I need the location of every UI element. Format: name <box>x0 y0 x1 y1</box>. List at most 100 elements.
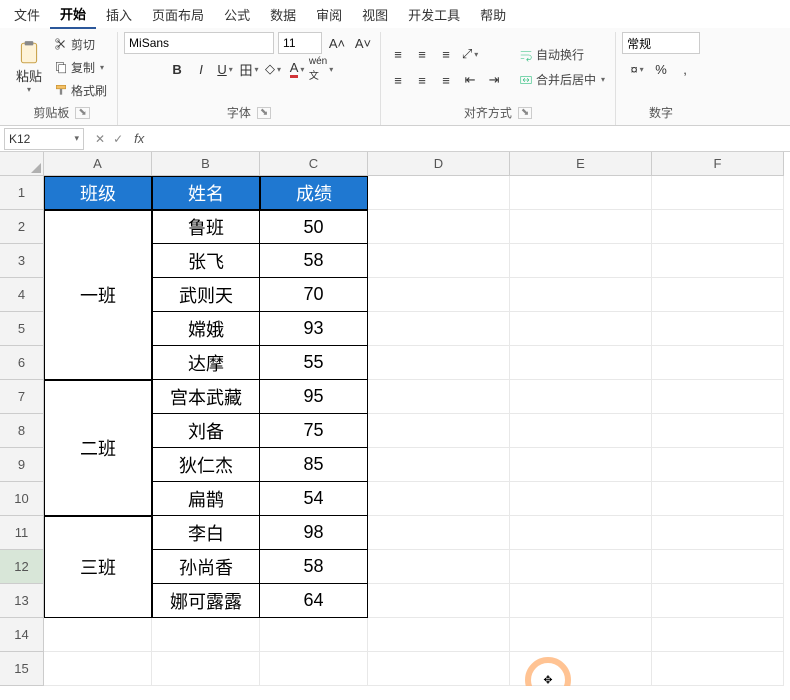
row-header-10[interactable]: 10 <box>0 482 44 516</box>
cell-A7-merged[interactable]: 二班 <box>44 380 152 516</box>
row-header-1[interactable]: 1 <box>0 176 44 210</box>
cell-D13[interactable] <box>368 584 510 618</box>
cell-E2[interactable] <box>510 210 652 244</box>
row-header-4[interactable]: 4 <box>0 278 44 312</box>
cell-E13[interactable] <box>510 584 652 618</box>
cell-F3[interactable] <box>652 244 784 278</box>
align-bottom-button[interactable]: ≡ <box>435 43 457 65</box>
cell-F4[interactable] <box>652 278 784 312</box>
col-header-F[interactable]: F <box>652 152 784 176</box>
menu-item-9[interactable]: 帮助 <box>470 1 516 28</box>
menu-item-8[interactable]: 开发工具 <box>398 1 470 28</box>
col-header-A[interactable]: A <box>44 152 152 176</box>
copy-button[interactable]: 复制 <box>50 57 111 78</box>
row-header-14[interactable]: 14 <box>0 618 44 652</box>
cell-C11[interactable]: 98 <box>260 516 368 550</box>
clipboard-dialog-launcher[interactable]: ⬊ <box>75 107 89 119</box>
row-header-5[interactable]: 5 <box>0 312 44 346</box>
cell-B8[interactable]: 刘备 <box>152 414 260 448</box>
indent-increase-button[interactable]: ⇥ <box>483 69 505 91</box>
cell-F2[interactable] <box>652 210 784 244</box>
cell-C13[interactable]: 64 <box>260 584 368 618</box>
accept-formula-button[interactable]: ✓ <box>110 132 126 146</box>
comma-button[interactable]: , <box>674 58 696 80</box>
cell-B11[interactable]: 李白 <box>152 516 260 550</box>
cell-E5[interactable] <box>510 312 652 346</box>
cut-button[interactable]: 剪切 <box>50 34 111 55</box>
menu-item-2[interactable]: 插入 <box>96 1 142 28</box>
cell-E15[interactable] <box>510 652 652 686</box>
cell-F6[interactable] <box>652 346 784 380</box>
underline-button[interactable]: U <box>214 58 236 80</box>
cell-F11[interactable] <box>652 516 784 550</box>
menu-item-0[interactable]: 文件 <box>4 1 50 28</box>
cell-C3[interactable]: 58 <box>260 244 368 278</box>
currency-button[interactable]: ¤ <box>626 58 648 80</box>
cell-F10[interactable] <box>652 482 784 516</box>
font-name-select[interactable] <box>124 32 274 54</box>
bold-button[interactable]: B <box>166 58 188 80</box>
cell-F1[interactable] <box>652 176 784 210</box>
row-header-7[interactable]: 7 <box>0 380 44 414</box>
cell-B1[interactable]: 姓名 <box>152 176 260 210</box>
menu-item-1[interactable]: 开始 <box>50 0 96 29</box>
cell-D5[interactable] <box>368 312 510 346</box>
cell-C4[interactable]: 70 <box>260 278 368 312</box>
cell-E10[interactable] <box>510 482 652 516</box>
cell-F7[interactable] <box>652 380 784 414</box>
cell-C10[interactable]: 54 <box>260 482 368 516</box>
cell-A11-merged[interactable]: 三班 <box>44 516 152 618</box>
cell-B15[interactable] <box>152 652 260 686</box>
cell-C2[interactable]: 50 <box>260 210 368 244</box>
number-format-select[interactable] <box>622 32 700 54</box>
cell-B5[interactable]: 嫦娥 <box>152 312 260 346</box>
cell-B14[interactable] <box>152 618 260 652</box>
cell-D6[interactable] <box>368 346 510 380</box>
cell-A14[interactable] <box>44 618 152 652</box>
cell-C1[interactable]: 成绩 <box>260 176 368 210</box>
col-header-B[interactable]: B <box>152 152 260 176</box>
cell-D12[interactable] <box>368 550 510 584</box>
cell-F9[interactable] <box>652 448 784 482</box>
row-header-9[interactable]: 9 <box>0 448 44 482</box>
align-left-button[interactable]: ≡ <box>387 69 409 91</box>
col-header-D[interactable]: D <box>368 152 510 176</box>
cell-D14[interactable] <box>368 618 510 652</box>
cancel-formula-button[interactable]: ✕ <box>92 132 108 146</box>
row-header-15[interactable]: 15 <box>0 652 44 686</box>
row-header-12[interactable]: 12 <box>0 550 44 584</box>
menu-item-5[interactable]: 数据 <box>260 1 306 28</box>
menu-item-3[interactable]: 页面布局 <box>142 1 214 28</box>
cell-E3[interactable] <box>510 244 652 278</box>
cell-E1[interactable] <box>510 176 652 210</box>
cell-D11[interactable] <box>368 516 510 550</box>
align-center-button[interactable]: ≡ <box>411 69 433 91</box>
cell-E6[interactable] <box>510 346 652 380</box>
select-all-corner[interactable] <box>0 152 44 176</box>
cell-E11[interactable] <box>510 516 652 550</box>
cell-F14[interactable] <box>652 618 784 652</box>
cell-B4[interactable]: 武则天 <box>152 278 260 312</box>
menu-item-4[interactable]: 公式 <box>214 1 260 28</box>
cell-F5[interactable] <box>652 312 784 346</box>
align-right-button[interactable]: ≡ <box>435 69 457 91</box>
phonetic-button[interactable]: wén文 <box>310 58 332 80</box>
cell-E12[interactable] <box>510 550 652 584</box>
wrap-text-button[interactable]: 自动换行 <box>515 44 609 65</box>
cell-F15[interactable] <box>652 652 784 686</box>
cell-B7[interactable]: 宫本武藏 <box>152 380 260 414</box>
cell-F8[interactable] <box>652 414 784 448</box>
cell-E8[interactable] <box>510 414 652 448</box>
cell-B9[interactable]: 狄仁杰 <box>152 448 260 482</box>
cell-D7[interactable] <box>368 380 510 414</box>
cell-C12[interactable]: 58 <box>260 550 368 584</box>
cell-A1[interactable]: 班级 <box>44 176 152 210</box>
orientation-button[interactable]: ⤢ <box>459 43 481 65</box>
cell-C7[interactable]: 95 <box>260 380 368 414</box>
menu-item-7[interactable]: 视图 <box>352 1 398 28</box>
fx-label[interactable]: fx <box>130 131 148 146</box>
cell-C6[interactable]: 55 <box>260 346 368 380</box>
indent-decrease-button[interactable]: ⇤ <box>459 69 481 91</box>
cell-A2-merged[interactable]: 一班 <box>44 210 152 380</box>
row-header-2[interactable]: 2 <box>0 210 44 244</box>
